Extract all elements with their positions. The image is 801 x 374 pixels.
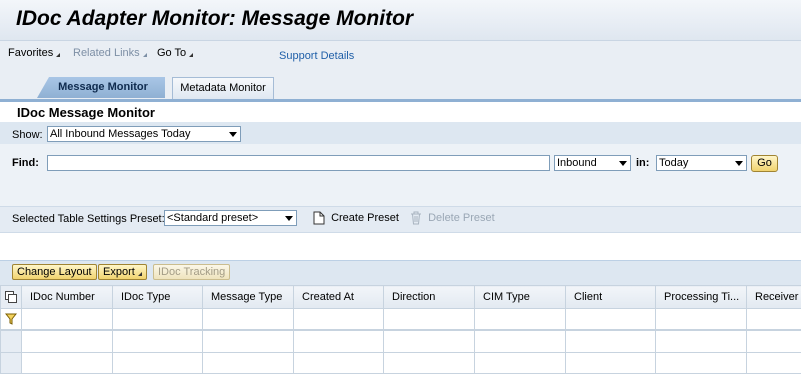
range-value: Today: [659, 157, 689, 169]
find-input[interactable]: [47, 155, 550, 171]
related-links-menu[interactable]: Related Links: [73, 47, 147, 59]
column-header[interactable]: CIM Type: [474, 285, 566, 309]
table-row[interactable]: [0, 329, 801, 353]
filter-input[interactable]: [21, 307, 113, 331]
support-details-link[interactable]: Support Details: [279, 50, 354, 62]
go-to-menu[interactable]: Go To: [157, 47, 194, 59]
show-value: All Inbound Messages Today: [50, 128, 191, 140]
create-preset-button[interactable]: Create Preset: [313, 211, 399, 225]
menu-arrow-icon: [56, 53, 61, 57]
table-cell: [746, 329, 801, 353]
find-area: [0, 144, 801, 206]
select-all-cell[interactable]: [0, 285, 22, 309]
filter-input[interactable]: [746, 307, 801, 331]
idoc-tracking-button[interactable]: IDoc Tracking: [153, 264, 231, 280]
show-select[interactable]: All Inbound Messages Today: [47, 126, 241, 142]
preset-value: <Standard preset>: [167, 212, 259, 224]
column-header[interactable]: Processing Ti...: [655, 285, 747, 309]
dropdown-arrow-icon: [285, 216, 293, 221]
go-button[interactable]: Go: [751, 155, 778, 172]
table-cell: [565, 329, 656, 353]
table-cell: [293, 351, 384, 374]
table-header-row: IDoc Number IDoc Type Message Type Creat…: [0, 285, 801, 309]
column-header[interactable]: IDoc Number: [21, 285, 113, 309]
filter-input[interactable]: [474, 307, 566, 331]
direction-value: Inbound: [557, 157, 597, 169]
dropdown-arrow-icon: [229, 132, 237, 137]
preset-select[interactable]: <Standard preset>: [164, 210, 297, 226]
related-links-label: Related Links: [73, 47, 140, 59]
tab-metadata-monitor[interactable]: Metadata Monitor: [172, 77, 274, 99]
export-button[interactable]: Export: [98, 264, 147, 280]
row-selector[interactable]: [0, 329, 22, 353]
delete-preset-label: Delete Preset: [428, 211, 495, 224]
table-cell: [655, 351, 747, 374]
table-cell: [383, 351, 475, 374]
idoc-table: IDoc Number IDoc Type Message Type Creat…: [0, 285, 801, 374]
section-title: IDoc Message Monitor: [17, 105, 155, 120]
column-header[interactable]: IDoc Type: [112, 285, 203, 309]
filter-input[interactable]: [383, 307, 475, 331]
column-header[interactable]: Message Type: [202, 285, 294, 309]
trash-icon: [411, 211, 421, 225]
range-select[interactable]: Today: [656, 155, 747, 171]
table-cell: [112, 329, 203, 353]
page-title: IDoc Adapter Monitor: Message Monitor: [16, 7, 414, 30]
create-preset-label: Create Preset: [331, 211, 399, 224]
dropdown-arrow-icon: [735, 161, 743, 166]
favorites-menu[interactable]: Favorites: [8, 47, 61, 59]
row-selector[interactable]: [0, 351, 22, 374]
filter-input[interactable]: [293, 307, 384, 331]
table-cell: [21, 329, 113, 353]
dropdown-arrow-icon: [619, 161, 627, 166]
table-cell: [565, 351, 656, 374]
table-cell: [655, 329, 747, 353]
table-cell: [474, 351, 566, 374]
table-cell: [21, 351, 113, 374]
filter-cell[interactable]: [0, 307, 22, 331]
table-cell: [112, 351, 203, 374]
menu-arrow-icon: [137, 272, 142, 276]
column-header[interactable]: Receiver P: [746, 285, 801, 309]
change-layout-button[interactable]: Change Layout: [12, 264, 97, 280]
table-cell: [202, 329, 294, 353]
filter-row: [0, 307, 801, 331]
column-header[interactable]: Direction: [383, 285, 475, 309]
table-cell: [293, 329, 384, 353]
menu-arrow-icon: [142, 53, 147, 57]
filter-icon: [5, 313, 17, 325]
table-row[interactable]: [0, 351, 801, 374]
go-to-label: Go To: [157, 47, 187, 59]
menu-arrow-icon: [189, 53, 194, 57]
filter-input[interactable]: [202, 307, 294, 331]
column-header[interactable]: Created At: [293, 285, 384, 309]
filter-input[interactable]: [565, 307, 656, 331]
table-settings-icon: [5, 290, 17, 303]
table-cell: [746, 351, 801, 374]
favorites-label: Favorites: [8, 47, 54, 59]
table-cell: [474, 329, 566, 353]
in-label: in:: [636, 157, 650, 169]
tab-message-monitor[interactable]: Message Monitor: [37, 77, 165, 98]
delete-preset-button[interactable]: Delete Preset: [410, 211, 495, 225]
column-header[interactable]: Client: [565, 285, 656, 309]
table-cell: [202, 351, 294, 374]
filter-input[interactable]: [655, 307, 747, 331]
filter-input[interactable]: [112, 307, 203, 331]
show-label: Show:: [12, 129, 43, 141]
find-label: Find:: [12, 157, 39, 169]
direction-select[interactable]: Inbound: [554, 155, 631, 171]
export-label: Export: [103, 266, 135, 278]
table-cell: [383, 329, 475, 353]
preset-label: Selected Table Settings Preset:: [12, 213, 165, 225]
new-document-icon: [313, 211, 325, 225]
